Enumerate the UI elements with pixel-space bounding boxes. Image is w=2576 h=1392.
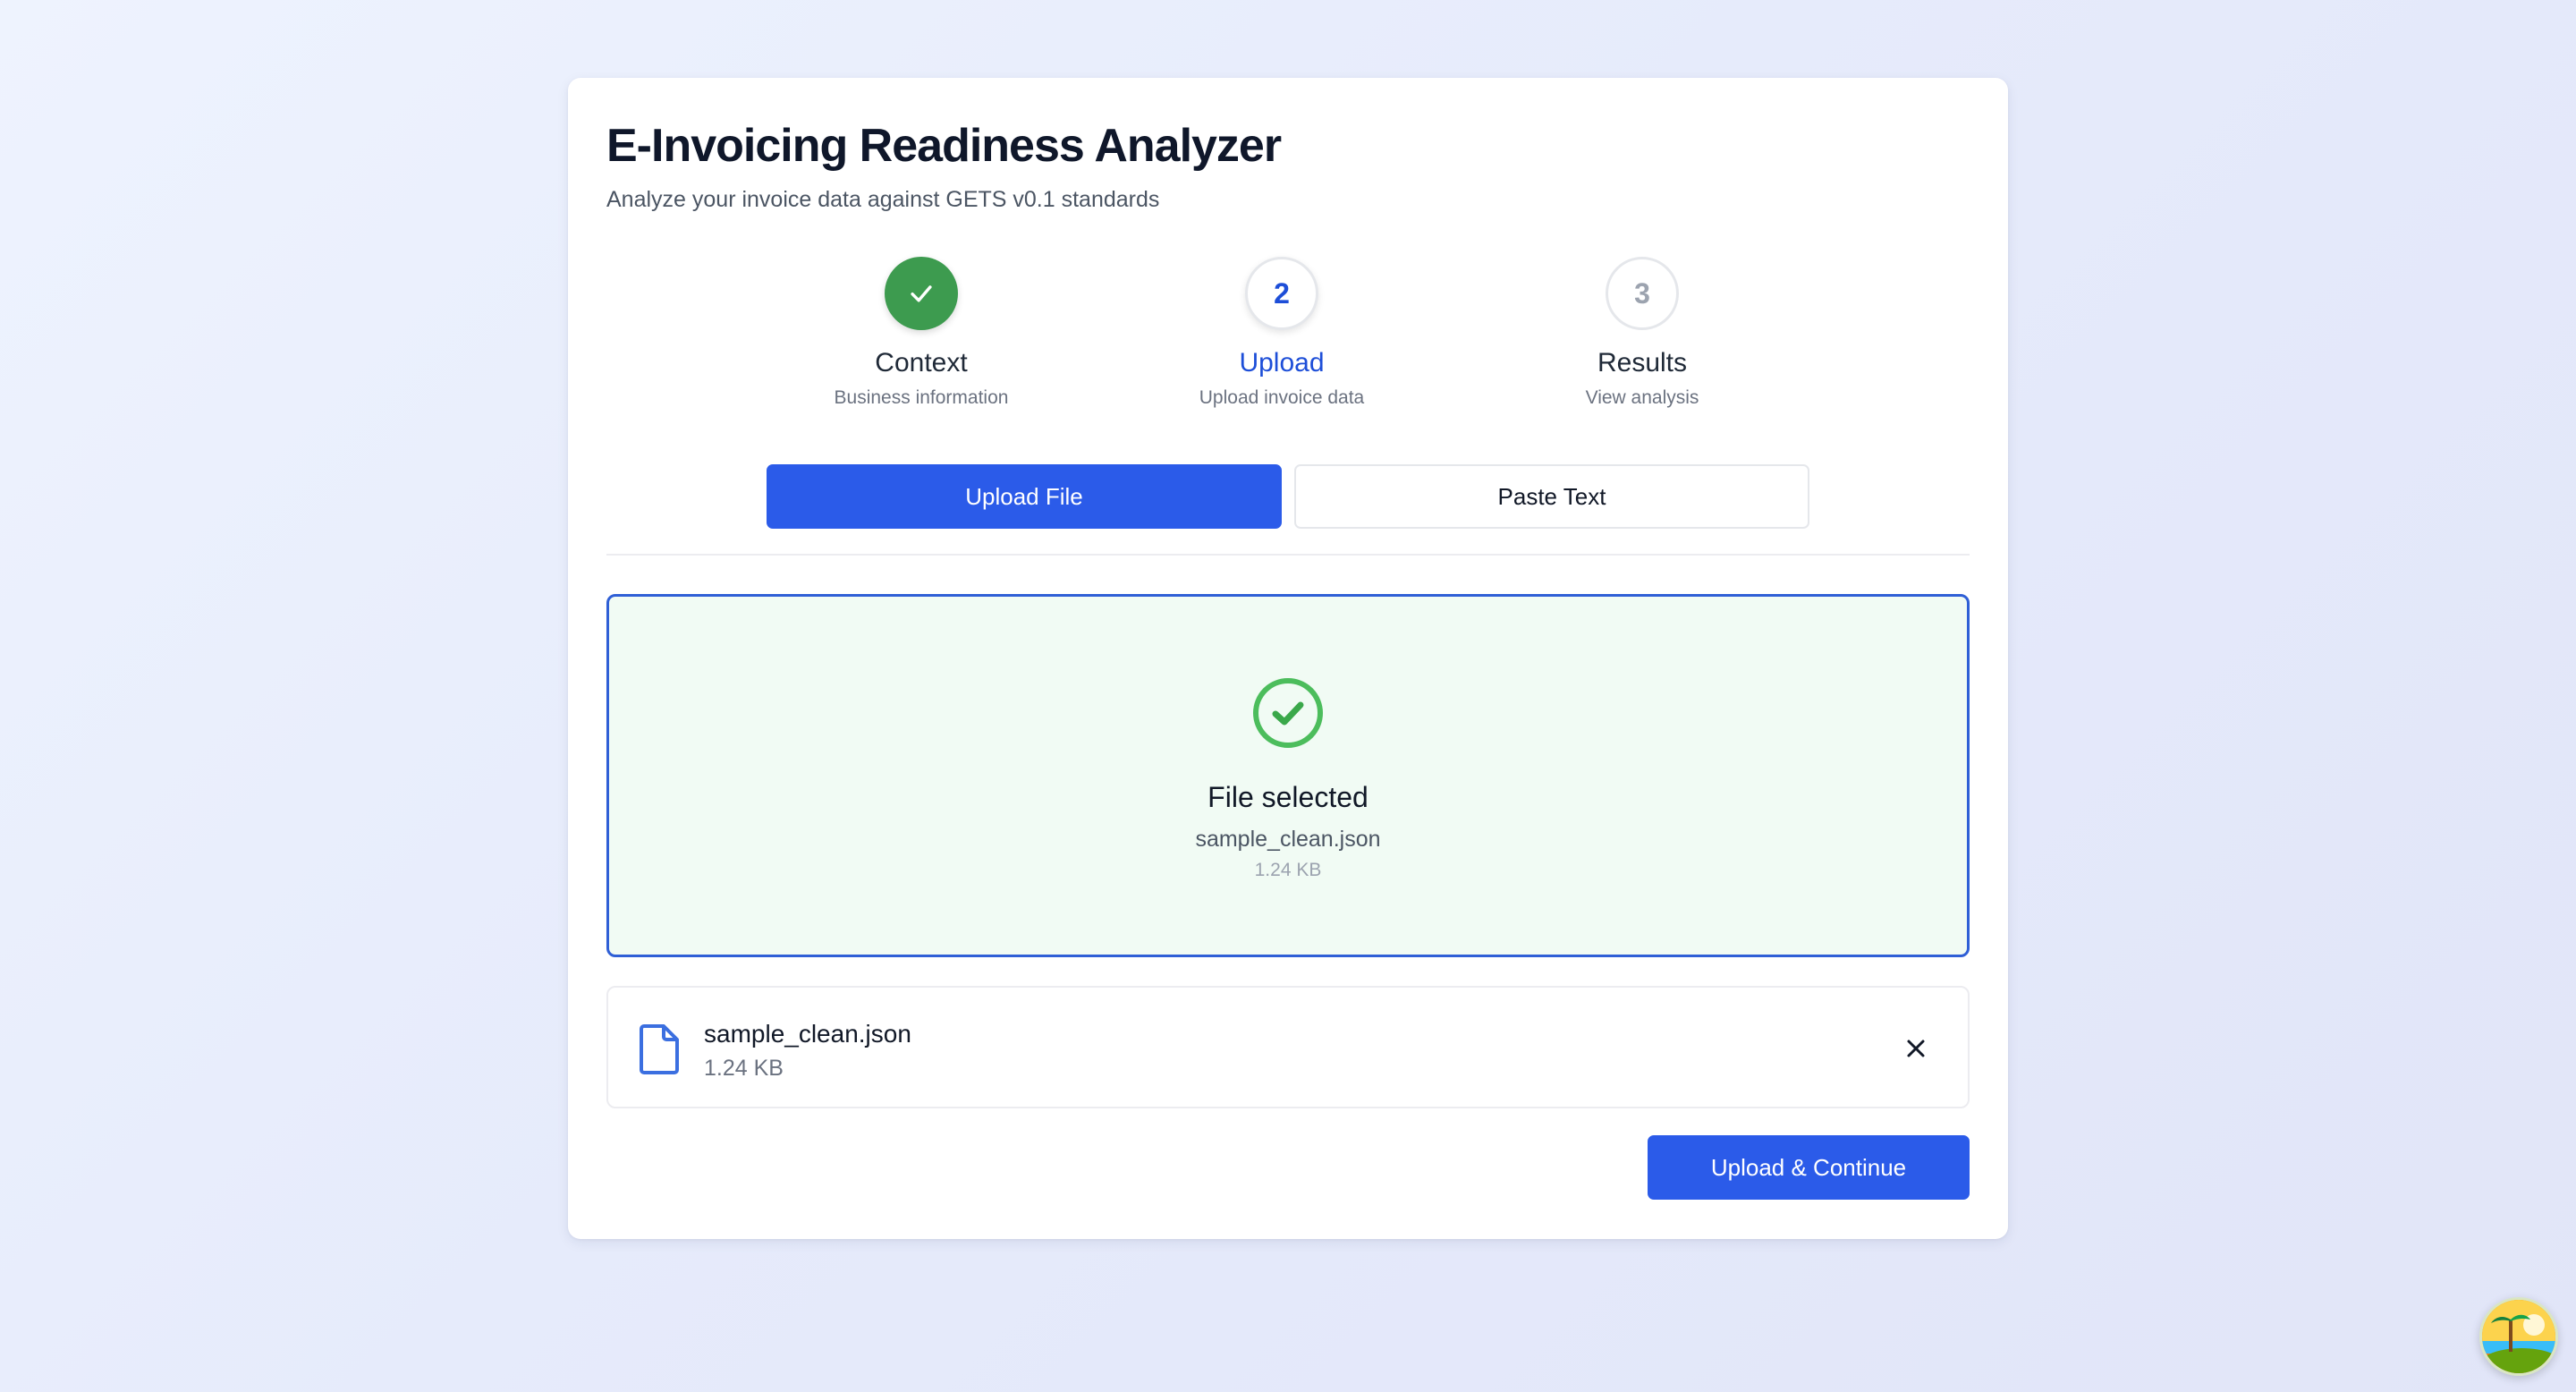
island-icon xyxy=(2482,1300,2555,1373)
close-icon xyxy=(1907,1040,1925,1057)
step-2-label: Upload xyxy=(1239,348,1325,378)
dropzone-title: File selected xyxy=(1208,781,1368,813)
remove-file-button[interactable] xyxy=(1900,1032,1932,1065)
step-1-description: Business information xyxy=(834,387,1009,408)
step-2-description: Upload invoice data xyxy=(1199,387,1365,408)
divider xyxy=(606,554,1970,556)
upload-continue-button[interactable]: Upload & Continue xyxy=(1648,1135,1970,1200)
step-1-label: Context xyxy=(875,348,968,378)
tab-paste-text[interactable]: Paste Text xyxy=(1294,464,1809,529)
page-subtitle: Analyze your invoice data against GETS v… xyxy=(606,187,1160,212)
step-results[interactable]: 3 Results View analysis xyxy=(1463,257,1821,409)
step-context[interactable]: Context Business information xyxy=(742,257,1100,409)
step-upload[interactable]: 2 Upload Upload invoice data xyxy=(1103,257,1461,409)
main-card: E-Invoicing Readiness Analyzer Analyze y… xyxy=(568,78,2008,1239)
check-icon xyxy=(911,285,932,302)
page-title: E-Invoicing Readiness Analyzer xyxy=(606,120,1282,172)
step-2-circle: 2 xyxy=(1245,257,1318,330)
file-size: 1.24 KB xyxy=(704,1056,784,1081)
file-dropzone[interactable]: File selected sample_clean.json 1.24 KB xyxy=(606,594,1970,957)
step-3-label: Results xyxy=(1597,348,1688,378)
assistant-avatar[interactable] xyxy=(2479,1297,2558,1376)
tab-upload-file[interactable]: Upload File xyxy=(767,464,1282,529)
file-icon xyxy=(640,1024,679,1074)
check-circle-icon xyxy=(1253,678,1323,748)
dropzone-file-size: 1.24 KB xyxy=(1254,860,1322,880)
selected-file-row: sample_clean.json 1.24 KB xyxy=(606,986,1970,1108)
dropzone-file-name: sample_clean.json xyxy=(1195,827,1381,852)
step-3-circle: 3 xyxy=(1606,257,1679,330)
file-name: sample_clean.json xyxy=(704,1020,911,1048)
step-3-description: View analysis xyxy=(1585,387,1699,408)
step-1-circle xyxy=(885,257,958,330)
